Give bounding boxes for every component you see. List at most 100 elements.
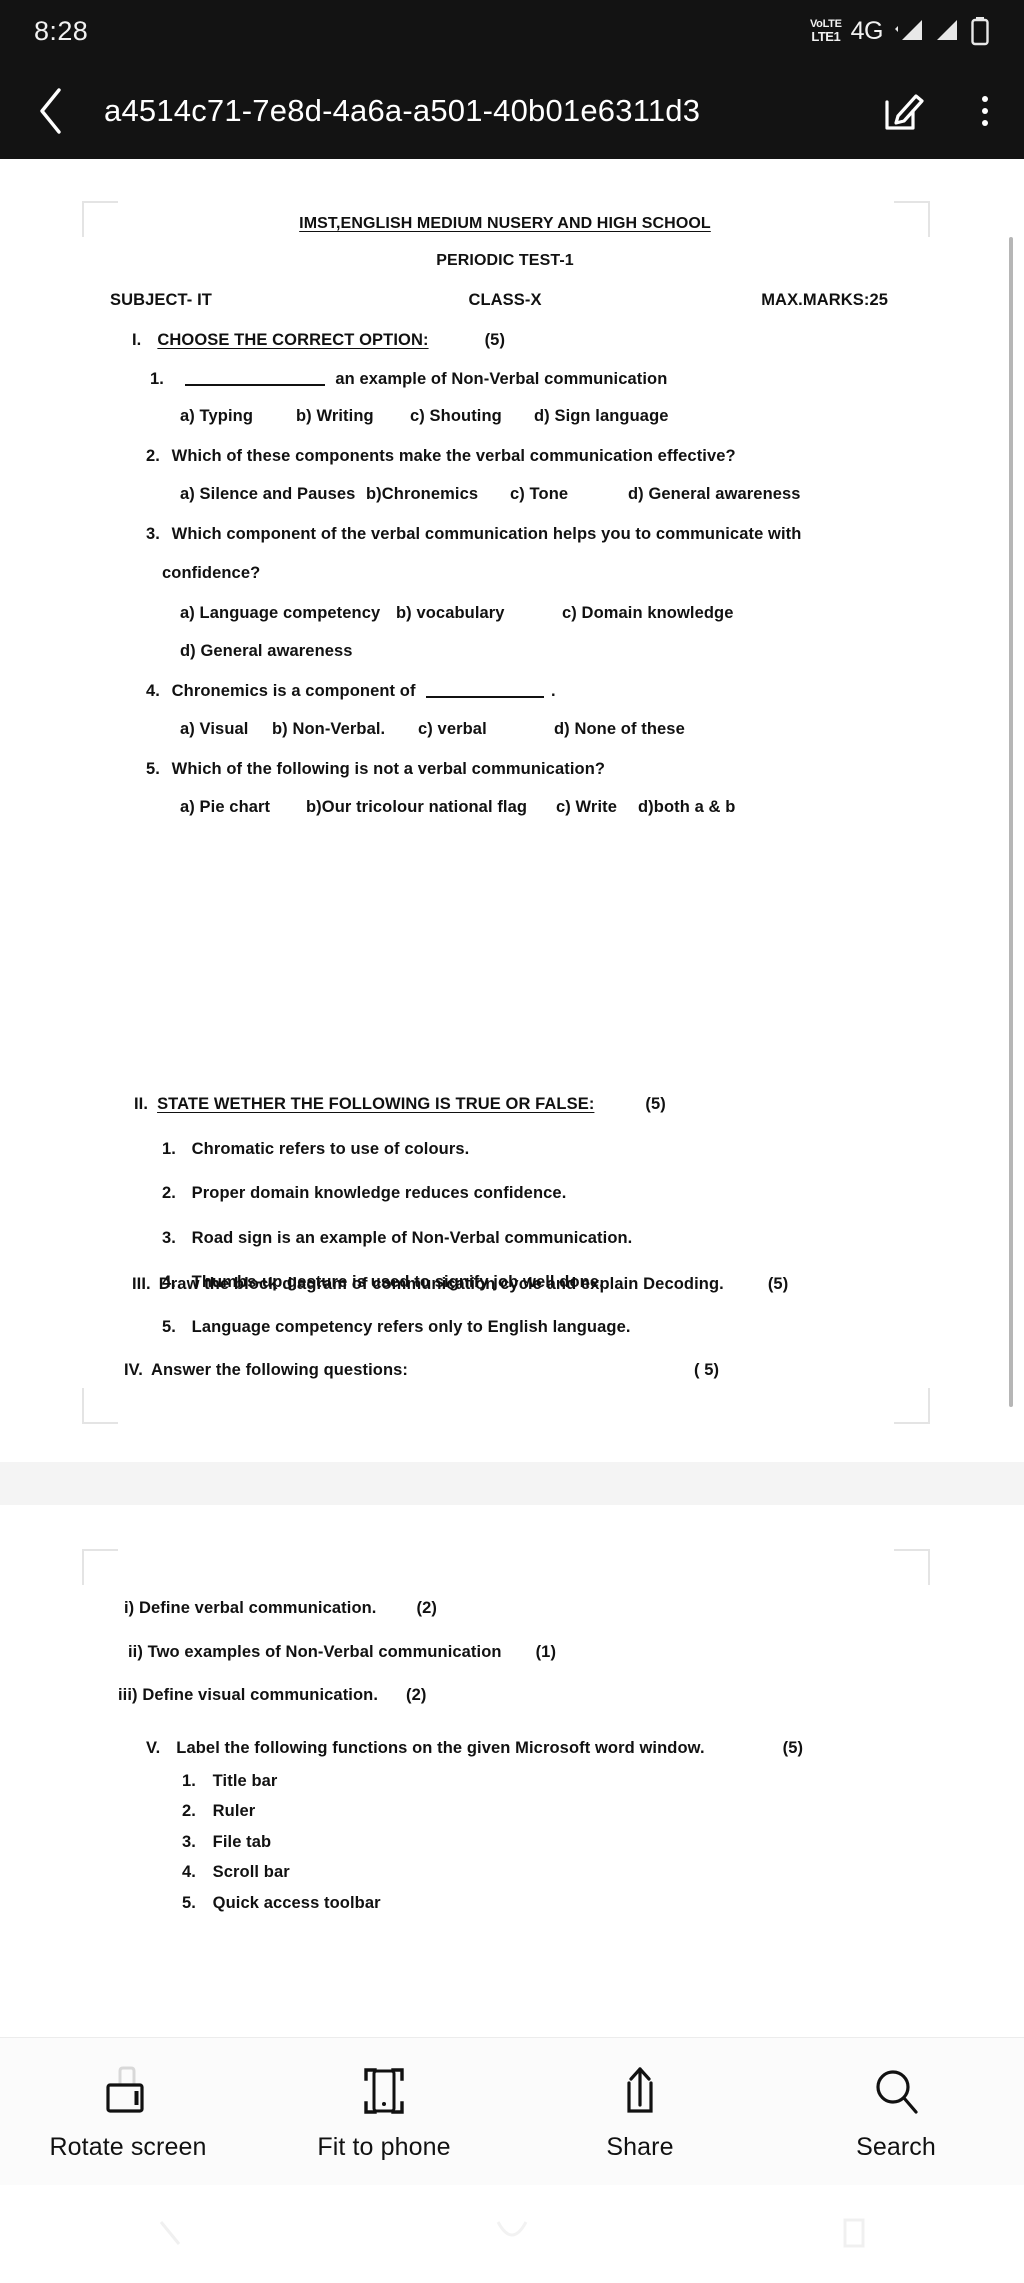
- statement-2-text: Proper domain knowledge reduces confiden…: [191, 1184, 567, 1202]
- question-1-options: a) Typing b) Writing c) Shouting d) Sign…: [110, 408, 900, 425]
- share-icon: [617, 2061, 663, 2117]
- section-5: V. Label the following functions on the …: [110, 1740, 900, 1911]
- class-label: CLASS-X: [468, 291, 542, 309]
- question-4-options: a) Visual b) Non-Verbal. c) verbal d) No…: [110, 721, 900, 738]
- question-5-number: 5.: [146, 759, 160, 778]
- crop-mark-top-left-2: [82, 1549, 118, 1585]
- fit-to-phone-icon: [359, 2061, 409, 2117]
- page-title: a4514c71-7e8d-4a6a-a501-40b01e6311d3: [104, 93, 701, 128]
- document-viewer[interactable]: IMST,ENGLISH MEDIUM NUSERY AND HIGH SCHO…: [0, 159, 1024, 2037]
- question-5-options: a) Pie chart b)Our tricolour national fl…: [110, 799, 900, 816]
- section-4-heading-row: IV. Answer the following questions: ( 5): [110, 1362, 900, 1379]
- question-4-blank: [426, 695, 545, 698]
- section-5-item-4: 4. Scroll bar: [110, 1864, 900, 1881]
- more-vertical-icon: [982, 95, 988, 126]
- system-navigation-bar: [0, 2185, 1024, 2283]
- section-2-heading: STATE WETHER THE FOLLOWING IS TRUE OR FA…: [157, 1095, 595, 1113]
- chevron-left-icon: [40, 87, 61, 134]
- question-3-option-a: a) Language competency: [180, 603, 381, 622]
- section-5-item-2-number: 2.: [182, 1802, 196, 1820]
- section-4-numeral: IV.: [124, 1361, 143, 1379]
- fit-to-phone-button[interactable]: Fit to phone: [256, 2061, 512, 2162]
- question-1-blank: [184, 383, 325, 386]
- answer-item-ii-marks: (1): [535, 1642, 557, 1661]
- rotate-screen-label: Rotate screen: [49, 2133, 207, 2161]
- section-4: IV. Answer the following questions: ( 5): [110, 1362, 900, 1379]
- section-5-item-5: 5. Quick access toolbar: [110, 1894, 900, 1912]
- signal-strength-2-icon: [937, 20, 957, 40]
- section-5-item-4-number: 4.: [182, 1863, 196, 1881]
- statement-5-text: Language competency refers only to Engli…: [191, 1317, 631, 1336]
- section-5-item-4-text: Scroll bar: [212, 1863, 290, 1881]
- edit-button[interactable]: [860, 89, 946, 133]
- statement-5-number: 5.: [162, 1317, 176, 1336]
- section-5-item-2: 2. Ruler: [110, 1803, 900, 1820]
- section-4-marks: ( 5): [694, 1361, 720, 1379]
- question-3-option-d: d) General awareness: [180, 642, 353, 660]
- question-5-option-d: d)both a & b: [638, 798, 736, 816]
- section-5-item-1-number: 1.: [182, 1771, 196, 1790]
- question-1-option-a: a) Typing: [180, 407, 254, 425]
- question-2: 2. Which of these components make the ve…: [110, 446, 900, 465]
- question-4: 4. Chronemics is a component of .: [110, 681, 900, 700]
- rotate-screen-button[interactable]: Rotate screen: [0, 2061, 256, 2162]
- document-page-2: i) Define verbal communication. (2) ii) …: [0, 1505, 1024, 2037]
- section-5-item-3-number: 3.: [182, 1832, 196, 1851]
- question-4-option-a: a) Visual: [180, 720, 249, 738]
- section-1-heading-row: I. CHOOSE THE CORRECT OPTION: (5): [110, 332, 900, 349]
- section-1-numeral: I.: [132, 331, 142, 349]
- question-5-option-c: c) Write: [556, 798, 618, 816]
- answer-item-ii: ii) Two examples of Non-Verbal communica…: [110, 1642, 900, 1661]
- question-1-number: 1.: [150, 369, 164, 388]
- question-5: 5. Which of the following is not a verba…: [110, 759, 900, 778]
- volte-bottom-label: LTE1: [811, 29, 841, 44]
- back-button[interactable]: [0, 85, 104, 137]
- rotate-screen-icon: [100, 2061, 156, 2117]
- question-2-option-a: a) Silence and Pauses: [180, 485, 356, 503]
- edit-pencil-icon: [885, 93, 924, 130]
- page-separator: [0, 1462, 1024, 1505]
- nav-back-button[interactable]: [0, 2214, 341, 2254]
- nav-home-button[interactable]: [341, 2214, 682, 2254]
- statement-2: 2. Proper domain knowledge reduces confi…: [110, 1185, 900, 1202]
- statement-2-number: 2.: [162, 1184, 176, 1202]
- nav-recents-button[interactable]: [683, 2214, 1024, 2254]
- volte-icon: VoLTE LTE1: [810, 19, 842, 44]
- question-1: 1. an example of Non-Verbal communicatio…: [110, 369, 900, 388]
- question-1-option-b: b) Writing: [296, 407, 374, 425]
- share-button[interactable]: Share: [512, 2061, 768, 2162]
- nav-home-icon: [496, 2221, 528, 2237]
- answer-item-iii-label: iii) Define visual communication.: [118, 1686, 379, 1704]
- question-1-option-d: d) Sign language: [534, 407, 669, 425]
- crop-mark-top-right-2: [894, 1549, 930, 1585]
- question-2-number: 2.: [146, 446, 160, 465]
- status-bar: 8:28 VoLTE LTE1 4G: [0, 0, 1024, 62]
- question-3-text: Which component of the verbal communicat…: [171, 524, 802, 543]
- search-button[interactable]: Search: [768, 2061, 1024, 2162]
- section-2-marks: (5): [645, 1095, 666, 1113]
- test-name: PERIODIC TEST-1: [436, 252, 574, 269]
- question-2-option-d: d) General awareness: [628, 485, 801, 503]
- section-4-heading: Answer the following questions:: [150, 1361, 408, 1379]
- section-5-heading: Label the following functions on the giv…: [176, 1739, 705, 1757]
- question-1-option-c: c) Shouting: [410, 407, 502, 425]
- section-1-marks: (5): [484, 331, 506, 349]
- section-5-item-3-text: File tab: [212, 1832, 272, 1851]
- section-5-marks: (5): [782, 1739, 804, 1757]
- answer-item-iii: iii) Define visual communication. (2): [110, 1687, 900, 1704]
- network-type-label: 4G: [850, 16, 884, 45]
- section-1: I. CHOOSE THE CORRECT OPTION: (5) 1. an …: [110, 332, 900, 816]
- vertical-scrollbar[interactable]: [1009, 237, 1013, 1407]
- section-5-item-1-text: Title bar: [212, 1771, 278, 1790]
- exam-meta-row: SUBJECT- IT CLASS-X MAX.MARKS:25: [110, 292, 900, 309]
- question-5-text: Which of the following is not a verbal c…: [171, 759, 606, 778]
- statement-5: 5. Language competency refers only to En…: [110, 1317, 900, 1336]
- question-4-text-after: .: [550, 681, 556, 700]
- more-options-button[interactable]: [946, 95, 1024, 126]
- answer-item-i: i) Define verbal communication. (2): [110, 1600, 900, 1617]
- statement-3-text: Road sign is an example of Non-Verbal co…: [191, 1228, 633, 1247]
- status-icon-group: VoLTE LTE1 4G: [810, 16, 990, 46]
- max-marks-label: MAX.MARKS:25: [761, 291, 888, 309]
- section-3: III. Draw the block diagram of communica…: [110, 1276, 900, 1293]
- section-3-numeral: III.: [132, 1275, 151, 1293]
